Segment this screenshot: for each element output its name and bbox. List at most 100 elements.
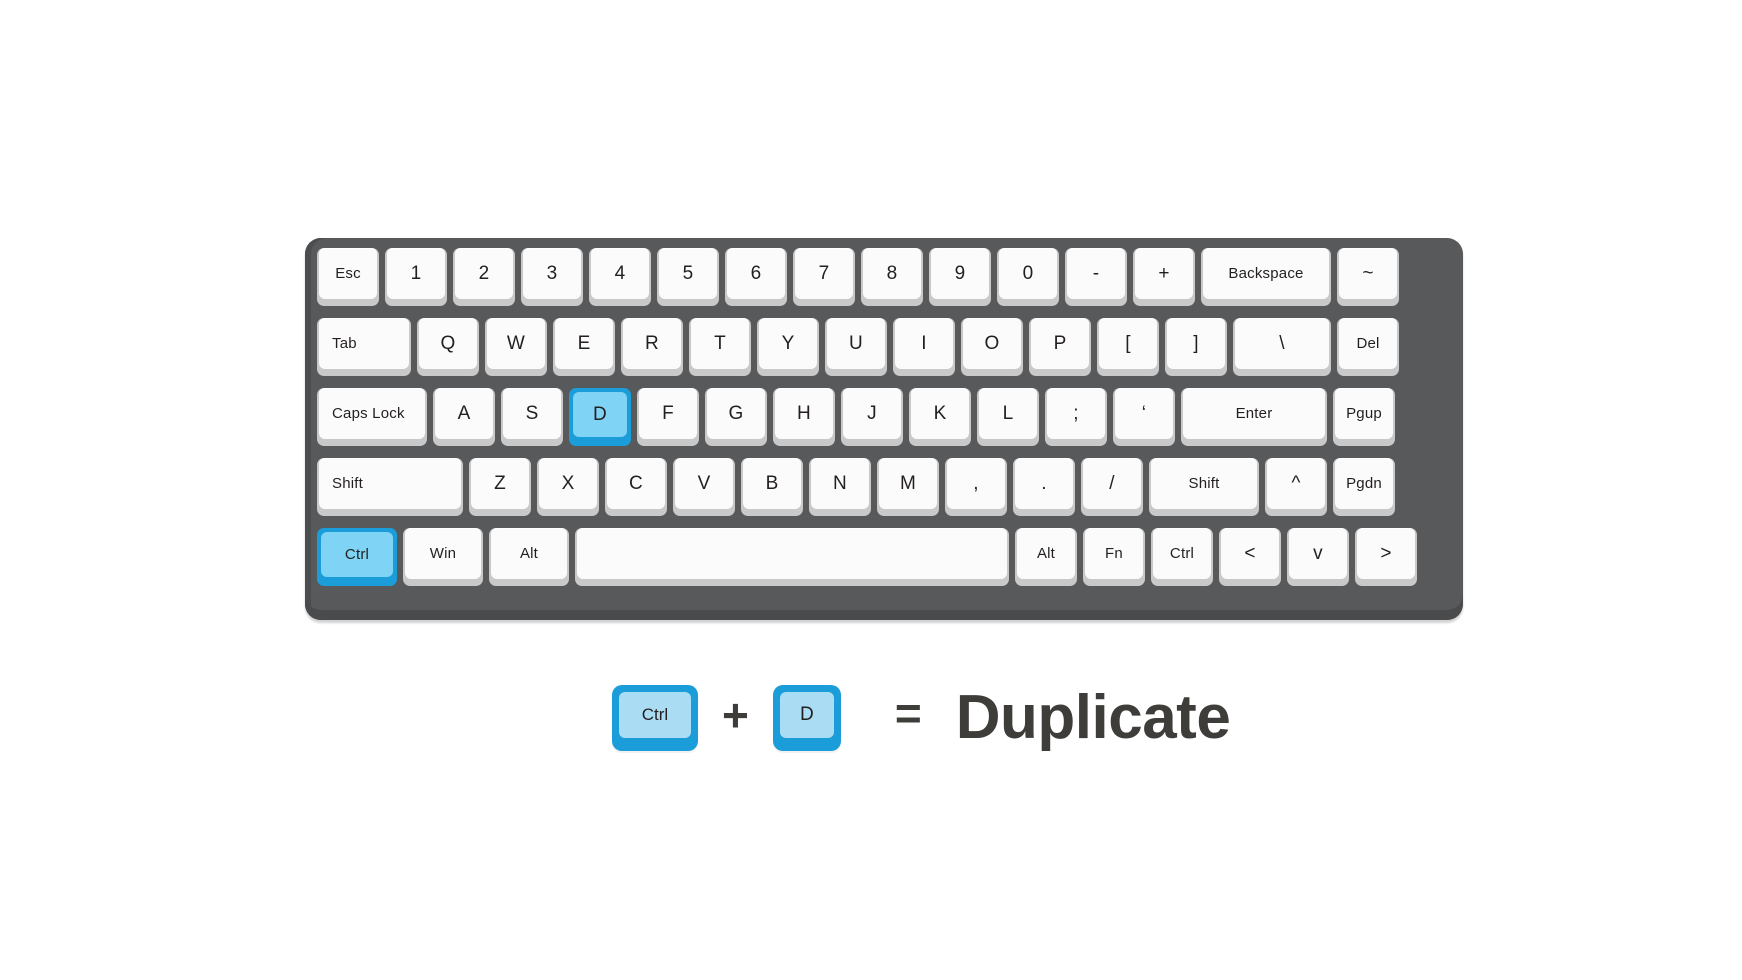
keycap-surface: 1 <box>387 248 445 299</box>
key-alt[interactable]: Alt <box>1015 528 1077 586</box>
key-k[interactable]: K <box>909 388 971 446</box>
key-sym[interactable]: ^ <box>1265 458 1327 516</box>
key-w[interactable]: W <box>485 318 547 376</box>
key-8[interactable]: 8 <box>861 248 923 306</box>
key-v[interactable]: V <box>673 458 735 516</box>
key-sym[interactable]: / <box>1081 458 1143 516</box>
key-l[interactable]: L <box>977 388 1039 446</box>
key-g[interactable]: G <box>705 388 767 446</box>
key-n[interactable]: N <box>809 458 871 516</box>
keycap-surface: Q <box>419 318 477 369</box>
keycap-legend: L <box>1002 403 1014 424</box>
keycap-surface: Caps Lock <box>319 388 425 439</box>
key-sym[interactable]: ; <box>1045 388 1107 446</box>
key-2[interactable]: 2 <box>453 248 515 306</box>
key-a[interactable]: A <box>433 388 495 446</box>
keycap-surface: ^ <box>1267 458 1325 509</box>
keycap-legend: V <box>697 473 711 494</box>
key-s[interactable]: S <box>501 388 563 446</box>
keycap-surface: 4 <box>591 248 649 299</box>
key-sym[interactable]: - <box>1065 248 1127 306</box>
keycap-surface: 8 <box>863 248 921 299</box>
keycap-legend: . <box>1041 473 1047 494</box>
keycap-legend: 0 <box>1022 263 1034 284</box>
key-m[interactable]: M <box>877 458 939 516</box>
key-o[interactable]: O <box>961 318 1023 376</box>
key-esc[interactable]: Esc <box>317 248 379 306</box>
key-i[interactable]: I <box>893 318 955 376</box>
keycap-legend: A <box>457 403 471 424</box>
key-sym[interactable]: \ <box>1233 318 1331 376</box>
key-enter[interactable]: Enter <box>1181 388 1327 446</box>
keyboard-case: Esc 1 2 3 4 5 6 7 8 9 0 - + Backspace ~ Tab Q W E R T Y U I O P []… <box>305 238 1463 620</box>
keycap-surface: E <box>555 318 613 369</box>
key-sym[interactable]: ‘ <box>1113 388 1175 446</box>
key-alt[interactable]: Alt <box>489 528 569 586</box>
caption-key-d[interactable]: D <box>772 685 841 751</box>
key-j[interactable]: J <box>841 388 903 446</box>
key-x[interactable]: X <box>537 458 599 516</box>
key-c[interactable]: C <box>605 458 667 516</box>
key-h[interactable]: H <box>773 388 835 446</box>
key-5[interactable]: 5 <box>657 248 719 306</box>
key-sym[interactable]: ] <box>1165 318 1227 376</box>
keycap-legend: Enter <box>1235 405 1273 422</box>
keycap-surface: + <box>1135 248 1193 299</box>
key-pgup[interactable]: Pgup <box>1333 388 1395 446</box>
keycap-legend: Y <box>781 333 795 354</box>
caption-key-ctrl[interactable]: Ctrl <box>612 685 698 751</box>
key-r[interactable]: R <box>621 318 683 376</box>
keycap-legend: ‘ <box>1141 403 1147 424</box>
key-pgdn[interactable]: Pgdn <box>1333 458 1395 516</box>
keyboard-shortcut-illustration: Esc 1 2 3 4 5 6 7 8 9 0 - + Backspace ~ Tab Q W E R T Y U I O P []… <box>0 0 1742 980</box>
key-u[interactable]: U <box>825 318 887 376</box>
key-shift[interactable]: Shift <box>1149 458 1259 516</box>
key-6[interactable]: 6 <box>725 248 787 306</box>
key-ctrl[interactable]: Ctrl <box>1151 528 1213 586</box>
key-caps-lock[interactable]: Caps Lock <box>317 388 427 446</box>
key-v[interactable]: v <box>1287 528 1349 586</box>
key-shift[interactable]: Shift <box>317 458 463 516</box>
key-z[interactable]: Z <box>469 458 531 516</box>
key-sym[interactable]: [ <box>1097 318 1159 376</box>
keycap-legend: 9 <box>954 263 966 284</box>
key-sym[interactable]: + <box>1133 248 1195 306</box>
keycap-surface: 9 <box>931 248 989 299</box>
key-sym[interactable]: < <box>1219 528 1281 586</box>
key-sym[interactable]: ~ <box>1337 248 1399 306</box>
key-del[interactable]: Del <box>1337 318 1399 376</box>
keycap-surface: K <box>911 388 969 439</box>
keycap-legend: W <box>506 333 526 354</box>
key-1[interactable]: 1 <box>385 248 447 306</box>
key-fn[interactable]: Fn <box>1083 528 1145 586</box>
keycap-surface: Ctrl <box>1153 528 1211 579</box>
key-f[interactable]: F <box>637 388 699 446</box>
key-win[interactable]: Win <box>403 528 483 586</box>
keycap-surface: 0 <box>999 248 1057 299</box>
key-7[interactable]: 7 <box>793 248 855 306</box>
key-q[interactable]: Q <box>417 318 479 376</box>
key-y[interactable]: Y <box>757 318 819 376</box>
key-3[interactable]: 3 <box>521 248 583 306</box>
key-backspace[interactable]: Backspace <box>1201 248 1331 306</box>
keycap-legend: F <box>662 403 674 424</box>
key-d[interactable]: D <box>569 388 631 446</box>
keycap-legend: Ctrl <box>1169 545 1195 562</box>
key-sym[interactable]: > <box>1355 528 1417 586</box>
key-e[interactable]: E <box>553 318 615 376</box>
key-ctrl[interactable]: Ctrl <box>317 528 397 586</box>
key-sym[interactable]: . <box>1013 458 1075 516</box>
keycap-legend: ] <box>1193 333 1199 354</box>
key-sym[interactable]: , <box>945 458 1007 516</box>
key-t[interactable]: T <box>689 318 751 376</box>
space-bar[interactable] <box>575 528 1009 586</box>
keycap-surface: Pgup <box>1335 388 1393 439</box>
key-b[interactable]: B <box>741 458 803 516</box>
key-0[interactable]: 0 <box>997 248 1059 306</box>
keycap-surface: 5 <box>659 248 717 299</box>
key-p[interactable]: P <box>1029 318 1091 376</box>
key-4[interactable]: 4 <box>589 248 651 306</box>
key-tab[interactable]: Tab <box>317 318 411 376</box>
key-9[interactable]: 9 <box>929 248 991 306</box>
keycap-surface: Shift <box>1151 458 1257 509</box>
